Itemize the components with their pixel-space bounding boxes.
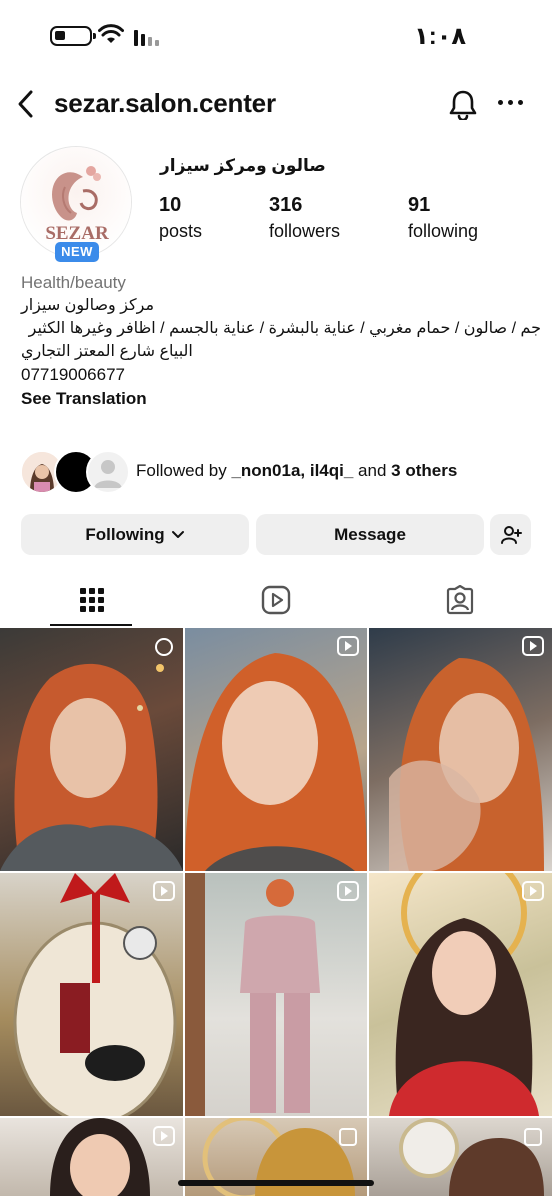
reel-icon	[153, 1126, 175, 1146]
post-thumbnail[interactable]	[0, 1118, 183, 1196]
profile-tabs	[0, 574, 552, 626]
wifi-icon	[98, 24, 124, 43]
post-thumbnail[interactable]	[185, 873, 367, 1116]
reel-icon	[337, 636, 359, 656]
carousel-icon	[339, 1128, 357, 1146]
notification-bell-icon[interactable]	[448, 88, 478, 120]
post-thumbnail[interactable]	[369, 873, 552, 1116]
stat-following-label: following	[408, 221, 479, 241]
bio-phone[interactable]: 07719006677	[21, 363, 541, 386]
stat-posts-value: 10	[159, 194, 182, 216]
stat-following-value: 91	[408, 194, 431, 216]
stat-posts-label: posts	[159, 221, 203, 241]
following-button-label: Following	[85, 524, 165, 544]
bio-category[interactable]: Health/beauty	[21, 272, 541, 294]
stat-followers[interactable]: 316 followers	[269, 194, 340, 242]
post-thumbnail[interactable]	[0, 628, 183, 871]
message-button[interactable]: Message	[256, 514, 484, 555]
stat-posts[interactable]: 10 posts	[159, 194, 202, 242]
battery-nub	[93, 33, 96, 39]
active-tab-indicator	[50, 624, 132, 626]
stat-followers-value: 316	[269, 194, 303, 216]
post-thumbnail[interactable]	[185, 628, 367, 871]
reel-icon	[153, 881, 175, 901]
stat-following[interactable]: 91 following	[408, 194, 478, 242]
post-thumbnail[interactable]	[0, 873, 183, 1116]
pinned-icon	[155, 638, 173, 656]
reel-icon	[522, 636, 544, 656]
tab-reels[interactable]	[184, 574, 368, 626]
more-options-icon[interactable]	[498, 100, 523, 105]
bio-line-1: مركز وصالون سيزار	[21, 297, 155, 314]
message-button-label: Message	[334, 524, 406, 544]
stat-followers-label: followers	[269, 221, 341, 241]
tagged-person-icon	[446, 585, 474, 615]
reel-icon	[337, 881, 359, 901]
carousel-icon	[524, 1128, 542, 1146]
status-bar: ١:٠٨	[0, 0, 552, 70]
battery-icon	[50, 26, 92, 46]
following-button[interactable]: Following	[21, 514, 249, 555]
profile-avatar[interactable]: SEZAR NEW	[20, 146, 132, 262]
post-thumbnail[interactable]	[369, 628, 552, 871]
bio-line-2: جم / صالون / حمام مغربي / عناية بالبشرة …	[28, 320, 541, 337]
status-time: ١:٠٨	[414, 23, 466, 50]
profile-bio: Health/beauty مركز وصالون سيزار جم / صال…	[21, 272, 541, 411]
follower-avatar	[86, 450, 130, 494]
tab-posts-grid[interactable]	[0, 574, 184, 626]
followed-by-text: Followed by _non01a, il4qi_ and 3 others	[136, 461, 458, 480]
grid-icon	[80, 588, 104, 612]
profile-display-name: صالون ومركز سيزار	[160, 156, 326, 175]
new-badge: NEW	[55, 242, 99, 262]
tab-tagged[interactable]	[368, 574, 552, 626]
followed-by-row[interactable]: Followed by _non01a, il4qi_ and 3 others	[20, 450, 540, 494]
see-translation-link[interactable]: See Translation	[21, 387, 541, 411]
back-arrow-icon[interactable]	[14, 88, 36, 120]
profile-username: sezar.salon.center	[54, 88, 276, 118]
bio-line-3: البياع شارع المعتز التجاري	[21, 343, 193, 360]
suggested-users-button[interactable]	[490, 514, 531, 555]
reel-icon	[522, 881, 544, 901]
post-thumbnail[interactable]	[369, 1118, 552, 1196]
chevron-down-icon	[171, 530, 184, 538]
home-indicator[interactable]	[178, 1180, 374, 1186]
avatar-logo-text: SEZAR	[45, 223, 109, 244]
profile-header: sezar.salon.center	[0, 80, 552, 130]
cell-signal-icon	[134, 28, 159, 46]
default-user-icon	[94, 460, 122, 488]
reels-icon	[261, 585, 291, 615]
add-person-icon	[500, 525, 522, 544]
